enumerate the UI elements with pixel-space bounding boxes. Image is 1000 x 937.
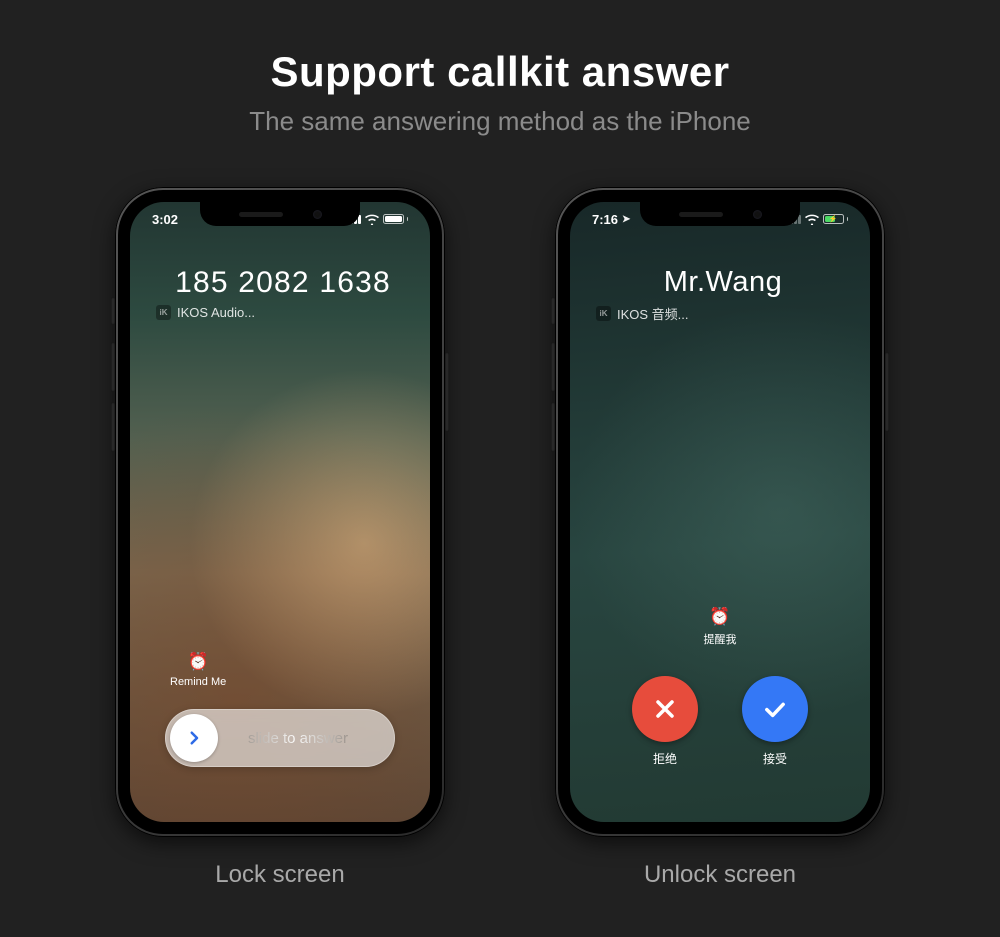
app-badge-icon: iK [156,305,171,320]
battery-charging-icon: ⚡ [823,214,849,224]
caller-name: 185 2082 1638 [156,266,410,300]
alarm-clock-icon: ⏰ [704,607,737,627]
volume-up-button [111,342,115,392]
slider-knob[interactable] [170,714,218,762]
decline-label: 拒绝 [632,750,698,767]
speaker-grille [239,212,283,217]
decline-circle[interactable] [632,676,698,742]
device-bezel: 3:02 [118,190,442,834]
device-bezel: 7:16 ➤ ⚡ [558,190,882,834]
remind-label: 提醒我 [704,634,737,646]
wifi-icon [365,214,379,225]
screen-lock: 3:02 [130,202,430,822]
notch [200,202,360,226]
remind-label: Remind Me [170,676,226,688]
screen-unlock: 7:16 ➤ ⚡ [570,202,870,822]
power-button [445,352,449,432]
page-subtitle: The same answering method as the iPhone [0,106,1000,137]
page-title: Support callkit answer [0,48,1000,96]
front-camera [313,210,322,219]
battery-icon [383,214,409,224]
slider-label: slide to answer [218,730,390,747]
decline-button[interactable]: 拒绝 [632,676,698,767]
caller-info: 185 2082 1638 iK IKOS Audio... [156,266,410,320]
aux-actions: ⏰ Remind Me [130,652,430,688]
remind-me-button[interactable]: ⏰ Remind Me [170,652,226,688]
alarm-clock-icon: ⏰ [170,652,226,672]
wifi-icon [805,214,819,225]
device-frame-lock: 3:02 [115,187,445,837]
phone-caption-lock: Lock screen [115,861,445,889]
mute-switch [111,297,115,325]
slide-to-answer[interactable]: slide to answer [165,709,395,767]
mute-switch [551,297,555,325]
accept-button[interactable]: 接受 [742,676,808,767]
caller-source: IKOS 音频... [617,304,689,323]
remind-me-button[interactable]: ⏰ 提醒我 [704,607,737,647]
aux-actions: ⏰ 提醒我 [570,607,870,647]
call-actions: 拒绝 接受 [570,676,870,767]
phones-row: 3:02 [0,187,1000,889]
status-time: 3:02 [152,212,178,227]
volume-up-button [551,342,555,392]
close-icon [651,695,679,723]
speaker-grille [679,212,723,217]
volume-down-button [111,402,115,452]
chevron-right-icon [185,729,203,747]
app-badge-icon: iK [596,306,611,321]
caller-source: IKOS Audio... [177,305,255,320]
caller-subtitle: iK IKOS Audio... [156,305,410,320]
phone-unlock-column: 7:16 ➤ ⚡ [555,187,885,889]
volume-down-button [551,402,555,452]
notch [640,202,800,226]
phone-lock-column: 3:02 [115,187,445,889]
front-camera [753,210,762,219]
caller-name: Mr.Wang [596,266,850,299]
heading: Support callkit answer The same answerin… [0,0,1000,137]
accept-label: 接受 [742,750,808,767]
caller-info: Mr.Wang iK IKOS 音频... [596,266,850,323]
caller-subtitle: iK IKOS 音频... [596,304,850,323]
location-icon: ➤ [622,214,630,225]
phone-caption-unlock: Unlock screen [555,861,885,889]
status-time: 7:16 [592,212,618,227]
power-button [885,352,889,432]
accept-circle[interactable] [742,676,808,742]
check-icon [761,695,789,723]
device-frame-unlock: 7:16 ➤ ⚡ [555,187,885,837]
